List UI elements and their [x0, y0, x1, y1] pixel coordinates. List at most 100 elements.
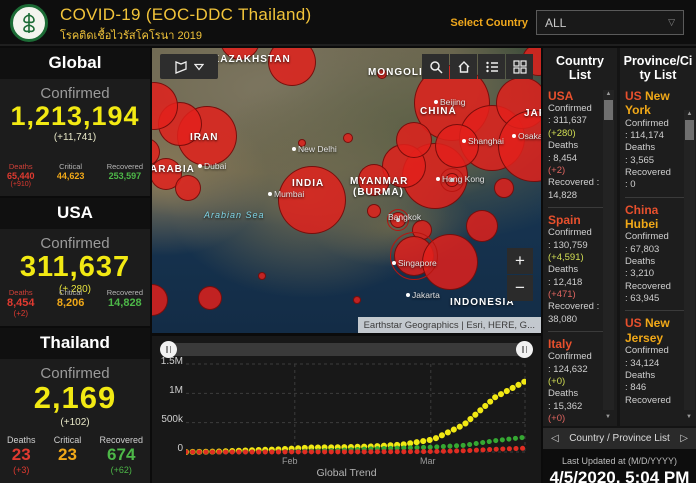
critical-label: Critical — [54, 435, 82, 445]
x-tick-feb: Feb — [282, 456, 298, 466]
province-list-scrollbar[interactable]: ▲ — [684, 110, 695, 410]
slider-handle-right[interactable] — [516, 341, 533, 358]
chevron-down-icon — [194, 63, 204, 71]
province-country: US — [625, 89, 642, 103]
map-layers-button[interactable] — [160, 54, 218, 79]
province-list-item[interactable]: US New York Confirmed 114,174 Deaths 3,5… — [625, 89, 693, 198]
chart-title: Global Trend — [152, 467, 541, 479]
confirmed-value: 2,169 — [0, 382, 150, 415]
case-bubble[interactable] — [494, 178, 514, 198]
recovered-delta: (+62) — [99, 465, 143, 475]
covid-dashboard: COVID-19 (EOC-DDC Thailand) โรคติดเชื้อไ… — [0, 0, 696, 483]
trend-plot[interactable] — [186, 362, 526, 458]
confirmed-delta: (+11,741) — [0, 132, 150, 143]
chevron-down-icon: ▽ — [668, 17, 675, 28]
map-label: Shanghai — [468, 136, 504, 146]
country-province-nav: ◁ Country / Province List ▷ — [543, 428, 696, 449]
recovered-label: Recovered — [107, 162, 143, 171]
page-subtitle: โรคติดเชื้อไวรัสโคโรนา 2019 — [60, 26, 202, 44]
province-country: US — [625, 316, 642, 330]
country-select-value: ALL — [545, 16, 566, 30]
thailand-stats-panel: Thailand Confirmed 2,169 (+102) Deaths23… — [0, 328, 150, 483]
zoom-out-button[interactable]: − — [507, 275, 533, 301]
deaths-label: Deaths — [7, 162, 35, 171]
deaths-label: Deaths — [625, 370, 693, 382]
province-list-item[interactable]: US New Jersey Confirmed 34,124 Deaths 84… — [625, 316, 693, 412]
right-lists-region: Country List USA Confirmed 311,637 (+280… — [543, 48, 696, 483]
recovered-value: 674 — [99, 445, 143, 465]
city-marker-dot — [406, 293, 410, 297]
confirmed-value: 1,213,194 — [0, 102, 150, 130]
country-list-title: Country List — [543, 48, 617, 87]
confirmed-label: Confirmed — [0, 85, 150, 102]
case-bubble[interactable] — [367, 204, 381, 218]
scrollbar-thumb[interactable] — [685, 120, 694, 140]
home-button[interactable] — [450, 54, 477, 79]
legend-button[interactable] — [478, 54, 505, 79]
app-header: COVID-19 (EOC-DDC Thailand) โรคติดเชื้อไ… — [0, 0, 696, 46]
case-bubble[interactable] — [152, 284, 168, 316]
map-label: IRAN — [190, 132, 218, 143]
confirmed-value: 114,174 — [625, 130, 693, 142]
map-label: Mumbai — [274, 189, 304, 199]
map-label: Hong Kong — [442, 174, 485, 184]
time-range-slider[interactable] — [162, 343, 531, 356]
scroll-down-icon[interactable]: ▼ — [605, 414, 611, 420]
deaths-value: 3,210 — [625, 268, 693, 280]
case-bubble[interactable] — [435, 124, 479, 168]
map-label: JAPAN — [524, 108, 541, 119]
deaths-label: Deaths — [625, 142, 693, 154]
nav-right-icon[interactable]: ▷ — [680, 433, 688, 444]
nav-left-icon[interactable]: ◁ — [551, 433, 559, 444]
panel-title: Global — [0, 48, 150, 79]
case-bubble[interactable] — [353, 296, 361, 304]
case-bubble[interactable] — [258, 272, 266, 280]
deaths-value: 846 — [625, 382, 693, 394]
map-label: Bangkok — [388, 212, 421, 222]
recovered-value: 14,828 — [107, 297, 143, 309]
recovered-label: Recovered — [625, 167, 693, 179]
confirmed-label: Confirmed — [625, 345, 693, 357]
y-tick: 1.5M — [153, 356, 183, 367]
critical-value: 23 — [54, 445, 82, 465]
case-bubble[interactable] — [343, 133, 353, 143]
deaths-value: 8,454 — [7, 297, 35, 309]
map-label: CHINA — [420, 106, 457, 117]
usa-stats-panel: USA Confirmed 311,637 (+ 280) Deaths8,45… — [0, 198, 150, 326]
basemap-button[interactable] — [506, 54, 533, 79]
province-list-item[interactable]: China Hubei Confirmed 67,803 Deaths 3,21… — [625, 203, 693, 312]
country-select-dropdown[interactable]: ALL ▽ — [536, 10, 684, 35]
map-label: Arabian Sea — [204, 210, 265, 220]
case-bubble[interactable] — [466, 210, 498, 242]
map-label: INDIA — [292, 178, 324, 189]
city-marker-dot — [462, 139, 466, 143]
country-list-scrollbar[interactable]: ▲ — [603, 90, 614, 410]
case-bubble[interactable] — [175, 175, 201, 201]
deaths-label: Deaths — [7, 288, 35, 297]
map-label: KAZAKHSTAN — [212, 54, 291, 65]
zoom-in-button[interactable]: + — [507, 248, 533, 274]
scroll-up-icon[interactable]: ▲ — [684, 110, 695, 119]
search-button[interactable] — [422, 54, 449, 79]
case-bubble[interactable] — [396, 122, 432, 158]
last-updated-label: Last Updated at (M/D/YYYY) — [543, 456, 696, 466]
recovered-value: 63,945 — [625, 293, 693, 305]
map-label: Osaka — [518, 131, 541, 141]
caduceus-icon — [17, 11, 41, 35]
confirmed-label: Confirmed — [625, 231, 693, 243]
world-map[interactable]: KAZAKHSTANMONGOLIACHINAJAPANIRANARABIAIN… — [152, 48, 541, 333]
last-updated-block: Last Updated at (M/D/YYYY) 4/5/2020, 5:0… — [543, 449, 696, 483]
critical-value: 44,623 — [57, 171, 85, 181]
map-zoom-control: + − — [507, 248, 533, 302]
deaths-value: 65,440 — [7, 171, 35, 181]
scroll-down-icon[interactable]: ▼ — [686, 414, 692, 420]
case-bubble[interactable] — [278, 166, 346, 234]
province-list-title: Province/City List — [620, 48, 696, 87]
x-tick-mar: Mar — [420, 456, 436, 466]
city-marker-dot — [434, 100, 438, 104]
y-tick: 0 — [153, 443, 183, 454]
deaths-label: Deaths — [7, 435, 36, 445]
scrollbar-thumb[interactable] — [604, 100, 613, 120]
scroll-up-icon[interactable]: ▲ — [603, 90, 614, 99]
case-bubble[interactable] — [198, 286, 222, 310]
